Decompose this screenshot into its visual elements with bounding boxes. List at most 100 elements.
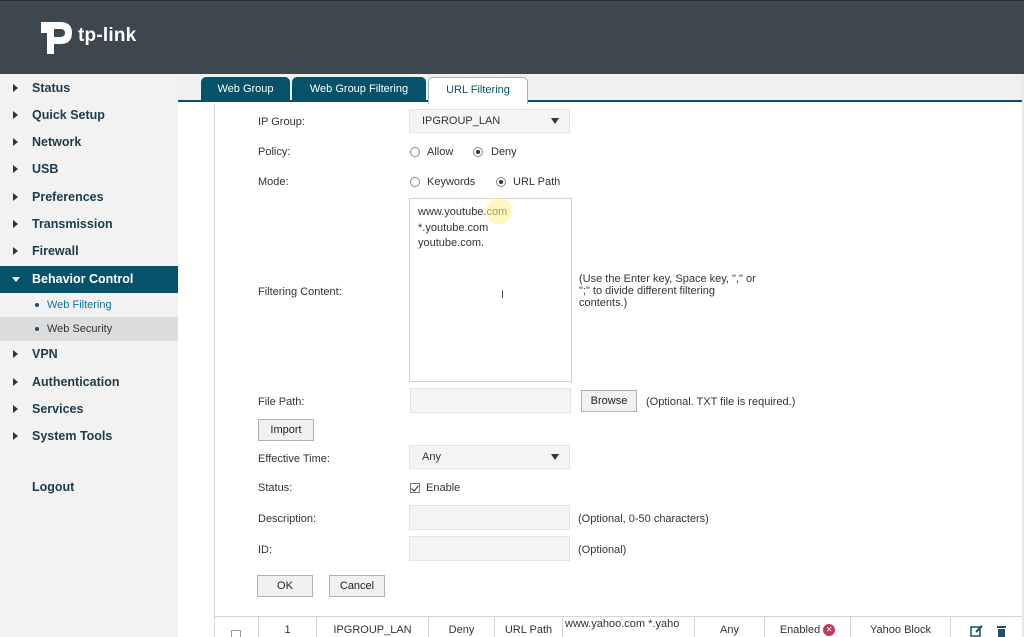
policy-label: Policy:: [258, 146, 291, 158]
sidebar-item-label: Behavior Control: [32, 272, 134, 286]
status-enable-checkbox[interactable]: [410, 483, 420, 493]
sidebar-item-system-tools[interactable]: System Tools: [0, 423, 178, 450]
sidebar-subitem-web-filtering[interactable]: Web Filtering: [0, 293, 178, 317]
sidebar-item-services[interactable]: Services: [0, 396, 178, 423]
caret-down-icon: [12, 277, 20, 282]
policy-deny-radio[interactable]: [473, 147, 483, 157]
sidebar-item-usb[interactable]: USB: [0, 156, 178, 183]
caret-right-icon: [13, 111, 18, 119]
logo-text: tp-link: [78, 25, 137, 46]
sidebar-item-label: Authentication: [32, 375, 120, 389]
sidebar-item-quick-setup[interactable]: Quick Setup: [0, 102, 178, 129]
row-ip-group: IPGROUP_LAN: [317, 617, 429, 637]
effective-time-value: Any: [422, 451, 441, 463]
ok-button[interactable]: OK: [257, 575, 313, 597]
caret-right-icon: [13, 193, 18, 201]
dropdown-arrow-icon: [551, 454, 559, 460]
sidebar-item-transmission[interactable]: Transmission: [0, 211, 178, 238]
sidebar-subitem-web-security[interactable]: Web Security: [0, 317, 178, 341]
description-label: Description:: [258, 513, 317, 525]
row-checkbox[interactable]: [231, 630, 241, 637]
sidebar-item-label: Preferences: [32, 190, 104, 204]
sidebar-item-label: Services: [32, 402, 84, 416]
effective-time-select[interactable]: Any: [409, 445, 570, 469]
policy-allow-label: Allow: [427, 146, 454, 158]
row-policy: Deny: [429, 617, 495, 637]
id-label: ID:: [258, 544, 273, 556]
sidebar: Status Quick Setup Network USB Preferenc…: [0, 74, 178, 637]
caret-right-icon: [13, 165, 18, 173]
ip-group-value: IPGROUP_LAN: [422, 115, 501, 127]
mode-url-path-label: URL Path: [513, 176, 561, 188]
tp-link-logo-icon: [41, 22, 72, 54]
main-content: Web Group Web Group Filtering URL Filter…: [178, 74, 1024, 637]
caret-right-icon: [13, 405, 18, 413]
disable-x-icon[interactable]: ✕: [823, 624, 836, 637]
status-label: Status:: [258, 482, 293, 494]
tab-web-group[interactable]: Web Group: [201, 77, 290, 102]
text-cursor-icon: I: [501, 289, 505, 301]
sidebar-item-label: Quick Setup: [32, 108, 105, 122]
policy-deny-label: Deny: [491, 146, 517, 158]
sidebar-item-status[interactable]: Status: [0, 75, 178, 102]
policy-allow-radio[interactable]: [410, 147, 420, 157]
file-path-hint: (Optional. TXT file is required.): [646, 396, 796, 408]
sidebar-item-preferences[interactable]: Preferences: [0, 184, 178, 211]
caret-right-icon: [13, 350, 18, 358]
tab-bar: Web Group Web Group Filtering URL Filter…: [178, 74, 1024, 104]
sidebar-item-label: Status: [32, 81, 71, 95]
effective-time-label: Effective Time:: [258, 453, 330, 465]
description-hint: (Optional, 0-50 characters): [578, 513, 709, 525]
row-time: Any: [695, 617, 765, 637]
file-path-label: File Path:: [258, 396, 305, 408]
mode-keywords-label: Keywords: [427, 176, 476, 188]
dropdown-arrow-icon: [551, 118, 559, 124]
delete-icon[interactable]: [995, 625, 1008, 637]
bullet-icon: [35, 303, 39, 307]
caret-right-icon: [13, 138, 18, 146]
filtering-content-hint: (Use the Enter key, Space key, "," or ";…: [579, 273, 756, 309]
sidebar-item-vpn[interactable]: VPN: [0, 341, 178, 368]
caret-right-icon: [13, 432, 18, 440]
status-enable-label: Enable: [426, 482, 461, 494]
row-description: Yahoo Block: [851, 617, 951, 637]
sidebar-item-label: Firewall: [32, 244, 79, 258]
caret-right-icon: [13, 220, 18, 228]
sidebar-item-firewall[interactable]: Firewall: [0, 238, 178, 265]
filtering-content-label: Filtering Content:: [258, 286, 342, 298]
ip-group-label: IP Group:: [258, 116, 305, 128]
import-button[interactable]: Import: [258, 419, 314, 441]
caret-right-icon: [13, 378, 18, 386]
row-select-cell: [215, 617, 259, 637]
sidebar-item-label: Network: [32, 135, 82, 149]
sidebar-item-behavior-control[interactable]: Behavior Control: [0, 266, 178, 293]
mode-keywords-radio[interactable]: [410, 177, 420, 187]
browse-button[interactable]: Browse: [581, 390, 637, 412]
tab-web-group-filtering[interactable]: Web Group Filtering: [292, 77, 426, 102]
sidebar-item-network[interactable]: Network: [0, 129, 178, 156]
sidebar-item-authentication[interactable]: Authentication: [0, 369, 178, 396]
sidebar-item-label: VPN: [32, 347, 58, 361]
row-mode: URL Path: [495, 617, 563, 637]
url-filtering-form: IP Group: IPGROUP_LAN Policy: Allow Deny…: [214, 104, 1024, 616]
cancel-button[interactable]: Cancel: [329, 575, 385, 597]
id-input[interactable]: [409, 536, 570, 561]
mode-url-path-radio[interactable]: [496, 177, 506, 187]
sidebar-item-label: USB: [32, 162, 59, 176]
file-path-input[interactable]: [410, 388, 571, 413]
description-input[interactable]: [409, 505, 570, 530]
tp-link-logo: tp-link: [38, 19, 148, 57]
table-row: 1 IPGROUP_LAN Deny URL Path www.yahoo.co…: [214, 616, 1024, 637]
edit-icon[interactable]: [970, 625, 983, 637]
filtering-content-textarea[interactable]: www.youtube.com *.youtube.com youtube.co…: [409, 198, 572, 382]
sidebar-item-label: Transmission: [32, 217, 113, 231]
logout-link[interactable]: Logout: [32, 480, 74, 494]
sidebar-subitem-label: Web Filtering: [47, 299, 112, 311]
sidebar-subitem-label: Web Security: [47, 323, 113, 335]
ip-group-select[interactable]: IPGROUP_LAN: [409, 109, 570, 133]
tab-url-filtering[interactable]: URL Filtering: [428, 77, 528, 104]
caret-right-icon: [13, 247, 18, 255]
click-highlight: [486, 198, 512, 224]
row-index: 1: [259, 617, 317, 637]
row-content: www.yahoo.com *.yaho: [563, 617, 695, 637]
